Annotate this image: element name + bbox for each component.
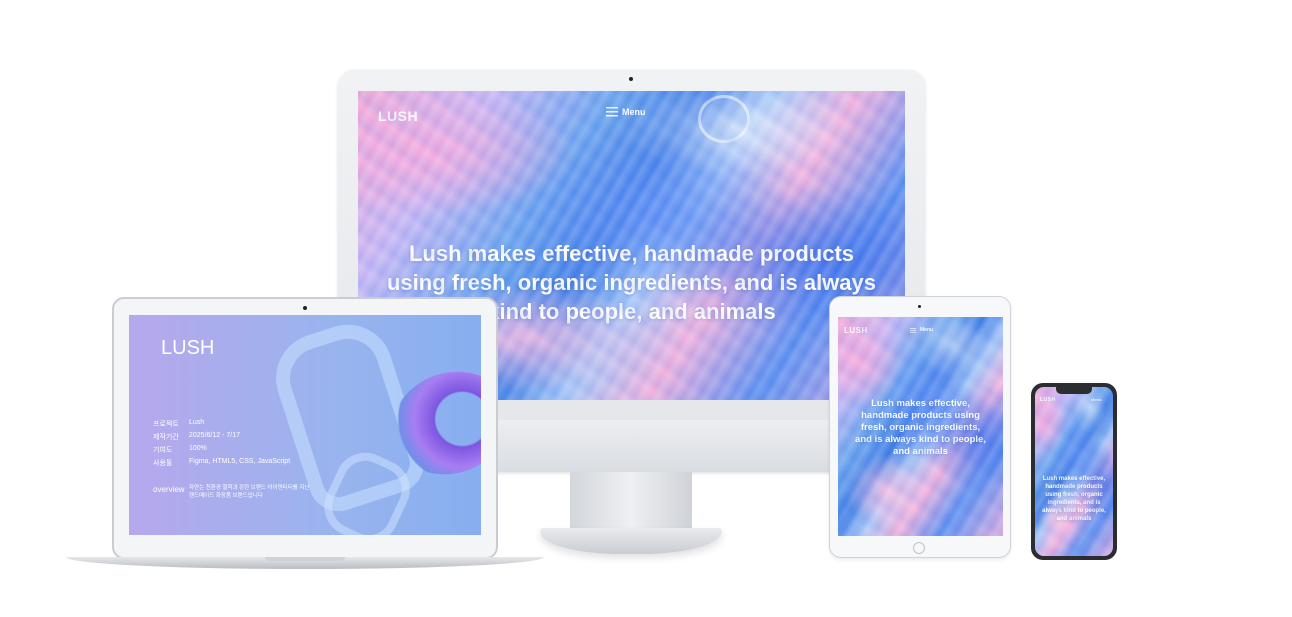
hamburger-icon (606, 107, 618, 117)
overview-text: 자연는 친환경 철학과 강한 브랜드 아이덴티티를 지닌 핸드메이드 화장품 브… (189, 485, 310, 499)
imac-stand (570, 472, 692, 532)
imac-base (540, 528, 722, 554)
phone-notch (1056, 387, 1092, 394)
hamburger-icon (910, 327, 916, 333)
laptop-logo[interactable]: LUSH (161, 337, 214, 360)
tablet-screen: LUSH Menu Lush makes effective, handmade… (838, 317, 1003, 536)
hero-line: using fresh, organic ingredients, and is… (386, 270, 877, 295)
tablet-home-button[interactable] (913, 542, 925, 554)
imac-camera (629, 77, 633, 81)
info-row-period: 제작기간 2025/6/12 - 7/17 (153, 432, 240, 441)
overview-label: overview (153, 485, 185, 494)
desktop-logo[interactable]: LUSH (378, 108, 418, 124)
laptop-notch (265, 557, 345, 561)
tablet-camera (918, 305, 921, 308)
info-row-tools: 사용툴 Figma, HTML5, CSS, JavaScript (153, 458, 291, 467)
phone-logo[interactable]: LUSH (1040, 397, 1056, 403)
bubble-decoration (698, 95, 750, 143)
tablet-logo[interactable]: LUSH (844, 326, 868, 335)
phone-menu-button[interactable]: Menu (1091, 397, 1101, 402)
tablet-menu-button[interactable]: Menu (910, 327, 933, 333)
laptop-camera (303, 306, 307, 310)
info-row-contribution: 기여도 100% (153, 445, 207, 454)
desktop-menu-label: Menu (622, 107, 646, 117)
hero-line: Lush makes effective, handmade products (408, 241, 855, 266)
info-row-project: 프로젝트 Lush (153, 419, 205, 428)
desktop-menu-button[interactable]: Menu (606, 107, 646, 117)
phone-hero-text: Lush makes effective, handmade products … (1042, 476, 1106, 522)
tablet-hero-text: Lush makes effective, handmade products … (855, 398, 986, 457)
phone-screen: LUSH Menu Lush makes effective, handmade… (1035, 387, 1113, 556)
laptop-screen: LUSH 프로젝트 Lush 제작기간 2025/6/12 - 7/17 기여도 10… (129, 315, 481, 535)
